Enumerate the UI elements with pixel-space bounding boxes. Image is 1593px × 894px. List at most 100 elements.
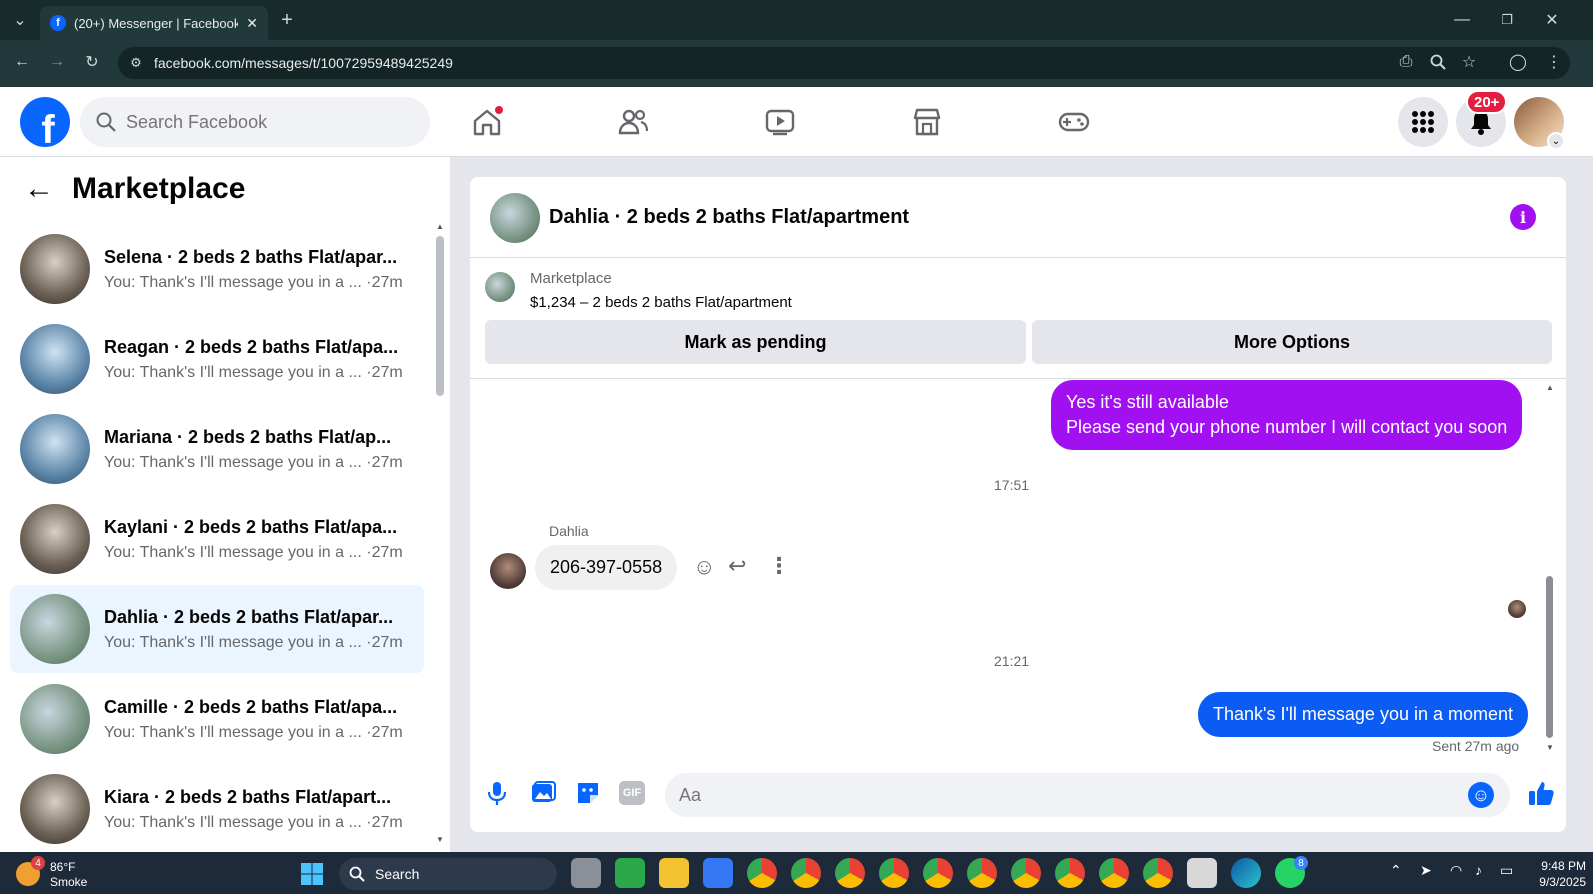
edge-app-icon[interactable] [1231,858,1261,888]
browser-tab[interactable]: f (20+) Messenger | Facebook ✕ [40,6,268,40]
scroll-down-icon[interactable]: ▼ [1546,743,1554,752]
snipping-tool-icon[interactable] [1187,858,1217,888]
scroll-down-icon[interactable]: ▼ [436,835,444,844]
chat-scrollbar[interactable]: ▲ ▼ [1546,383,1554,753]
facebook-favicon-icon: f [50,15,66,31]
conversation-name: Camille · 2 beds 2 baths Flat/apa... [104,696,398,717]
chrome-app-icon[interactable] [791,858,821,888]
back-arrow-icon[interactable]: ← [24,172,54,206]
gif-icon[interactable]: GIF [619,781,645,805]
like-button[interactable] [1527,779,1555,812]
forward-arrow-icon[interactable]: → [43,48,71,76]
battery-icon[interactable]: ▭ [1500,862,1513,879]
sticker-button[interactable] [575,780,601,811]
install-app-icon[interactable]: ⎙ [1392,48,1420,76]
conversation-item[interactable]: Kaylani · 2 beds 2 baths Flat/apa... You:… [10,495,424,583]
emoji-icon[interactable]: ☺ [1468,782,1494,808]
chrome-app-icon[interactable] [879,858,909,888]
conversation-item[interactable]: Kiara · 2 beds 2 baths Flat/apart... You:… [10,765,424,853]
listing-price[interactable]: $1,234 – 2 beds 2 baths Flat/apartment [530,294,792,311]
chrome-app-icon[interactable] [1099,858,1129,888]
new-tab-icon[interactable]: + [273,6,301,34]
bookmark-star-icon[interactable]: ☆ [1455,48,1483,76]
nav-home[interactable] [432,100,542,144]
conversation-item[interactable]: Reagan · 2 beds 2 baths Flat/apa... You: … [10,315,424,403]
reload-icon[interactable]: ↻ [78,48,106,76]
sender-name: Dahlia [549,523,589,539]
conversation-name: Kiara · 2 beds 2 baths Flat/apart... [104,786,392,807]
chrome-app-icon[interactable] [967,858,997,888]
menu-grid-button[interactable] [1398,97,1448,147]
listing-thumbnail[interactable] [485,272,515,302]
task-view-icon[interactable] [571,858,601,888]
show-hidden-icons-chevron-icon[interactable]: ⌃ [1390,862,1402,879]
wifi-icon[interactable]: ◠ [1450,862,1462,879]
incoming-message-bubble[interactable]: 206-397-0558 [535,545,678,590]
profile-icon[interactable]: ◯ [1504,48,1532,76]
weather-widget[interactable]: 86°F Smoke [50,860,87,890]
search-box[interactable] [80,97,430,147]
address-bar[interactable]: facebook.com/messages/t/1007295948942524… [118,47,1570,79]
chrome-app-icon[interactable] [1011,858,1041,888]
voice-clip-button[interactable] [486,780,508,811]
react-emoji-icon[interactable]: ☺ [693,554,715,580]
widgets-app-icon[interactable] [615,858,645,888]
chrome-app-icon[interactable] [923,858,953,888]
message-composer[interactable] [665,773,1510,817]
more-options-button[interactable]: More Options [1032,320,1552,364]
store-app-icon[interactable] [703,858,733,888]
scroll-thumb[interactable] [436,236,444,396]
chat-title[interactable]: Dahlia · 2 beds 2 baths Flat/apartment [549,206,909,229]
scroll-up-icon[interactable]: ▲ [436,222,444,231]
info-icon[interactable]: i [1510,204,1536,230]
conversation-avatar [20,324,90,394]
site-settings-icon[interactable]: ⚙ [122,49,150,77]
message-input[interactable] [679,784,1439,806]
chrome-app-icon[interactable] [747,858,777,888]
listing-avatar[interactable] [490,193,540,243]
conversation-item[interactable]: Selena · 2 beds 2 baths Flat/apar... You:… [10,225,424,313]
minimize-window-icon[interactable]: — [1448,6,1476,34]
scroll-up-icon[interactable]: ▲ [1546,383,1554,392]
outgoing-message-bubble[interactable]: Thank's I'll message you in a moment [1198,692,1529,737]
reply-icon[interactable]: ↩ [728,553,746,579]
account-chevron-icon[interactable]: ⌄ [1547,132,1565,150]
left-scrollbar[interactable]: ▲ ▼ [436,222,444,847]
nav-gaming[interactable] [1019,100,1129,144]
close-tab-icon[interactable]: ✕ [246,15,258,32]
file-explorer-icon[interactable] [659,858,689,888]
conversation-item[interactable]: Camille · 2 beds 2 baths Flat/apa... You:… [10,675,424,763]
zoom-icon[interactable] [1424,48,1452,76]
windows-start-icon[interactable] [300,862,324,891]
conversation-item[interactable]: Dahlia · 2 beds 2 baths Flat/apar... You:… [10,585,424,673]
conversation-avatar [20,234,90,304]
video-icon [765,109,795,136]
taskbar-search[interactable]: Search [339,858,557,890]
more-actions-icon[interactable]: ⋮ [768,553,790,579]
close-window-icon[interactable]: ✕ [1538,6,1566,34]
taskbar-clock[interactable]: 9:48 PM 9/3/2025 [1522,858,1586,890]
scroll-thumb[interactable] [1546,576,1553,738]
nav-friends[interactable] [578,100,688,144]
chrome-app-icon[interactable] [1055,858,1085,888]
search-input[interactable] [126,111,406,133]
volume-icon[interactable]: ♪ [1475,862,1482,878]
nav-marketplace[interactable] [872,100,982,144]
outgoing-message-bubble[interactable]: Yes it's still available Please send you… [1051,380,1523,450]
back-arrow-icon[interactable]: ← [8,48,36,76]
nav-video[interactable] [725,100,835,144]
conversation-snippet: You: Thank's I'll message you in a ... ·… [104,363,403,381]
facebook-logo-icon[interactable]: f [20,97,70,147]
restore-window-icon[interactable]: ❐ [1493,6,1521,34]
image-icon [532,781,556,802]
sender-avatar[interactable] [490,553,526,589]
conversation-snippet: You: Thank's I'll message you in a ... ·… [104,273,403,291]
tab-list-chevron-icon[interactable]: ⌄ [6,6,34,34]
attach-photo-button[interactable] [530,780,556,811]
chrome-app-icon[interactable] [835,858,865,888]
mark-as-pending-button[interactable]: Mark as pending [485,320,1026,364]
browser-menu-icon[interactable]: ⋮ [1540,48,1568,76]
chrome-app-icon[interactable] [1143,858,1173,888]
conversation-avatar [20,504,90,574]
conversation-item[interactable]: Mariana · 2 beds 2 baths Flat/ap... You: … [10,405,424,493]
